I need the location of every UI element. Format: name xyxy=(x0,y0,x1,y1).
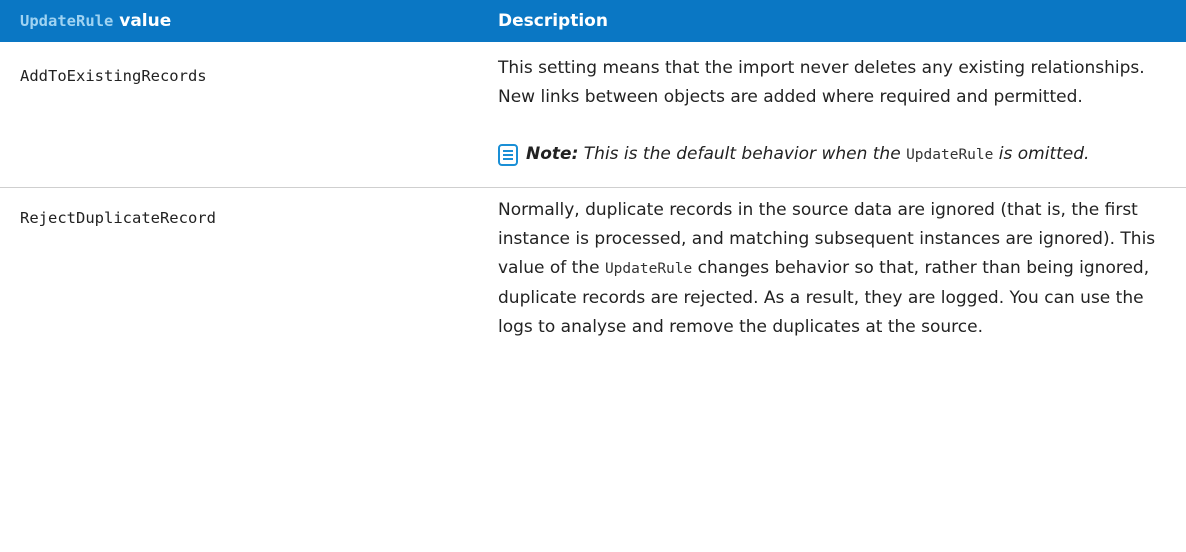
table-header: UpdateRule value Description xyxy=(0,0,1186,42)
header-row: UpdateRule value Description xyxy=(0,0,1186,42)
note-code: UpdateRule xyxy=(906,147,994,163)
row-value: AddToExistingRecords xyxy=(20,67,207,85)
note-label: Note: xyxy=(526,144,579,164)
row-description-cell: This setting means that the import never… xyxy=(478,42,1186,188)
header-code: UpdateRule xyxy=(20,12,114,30)
header-value-suffix: value xyxy=(113,11,172,31)
note-icon xyxy=(498,144,518,166)
note-text-before: This is the default behavior when the xyxy=(578,144,907,164)
row-value: RejectDuplicateRecord xyxy=(20,209,216,227)
row-description: This setting means that the import never… xyxy=(498,58,1145,107)
table-row: RejectDuplicateRecord Normally, duplicat… xyxy=(0,188,1186,343)
row-description: Normally, duplicate records in the sourc… xyxy=(498,196,1166,342)
row-value-cell: RejectDuplicateRecord xyxy=(0,188,478,343)
table-row: AddToExistingRecords This setting means … xyxy=(0,42,1186,188)
update-rule-table: UpdateRule value Description AddToExisti… xyxy=(0,0,1186,342)
note-block: Note: This is the default behavior when … xyxy=(498,136,1166,173)
header-value-column: UpdateRule value xyxy=(0,0,478,42)
row-description-cell: Normally, duplicate records in the sourc… xyxy=(478,188,1186,343)
header-description-column: Description xyxy=(478,0,1186,42)
row-value-cell: AddToExistingRecords xyxy=(0,42,478,188)
note-text-after: is omitted. xyxy=(993,144,1090,164)
description-code: UpdateRule xyxy=(604,261,693,277)
